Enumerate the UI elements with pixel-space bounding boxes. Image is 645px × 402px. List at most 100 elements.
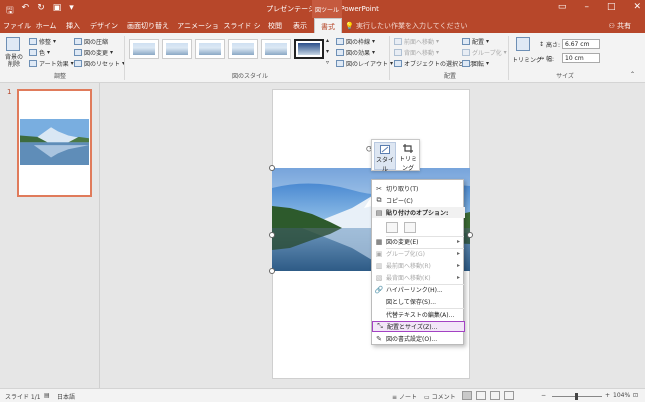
- scroll-down-icon[interactable]: ▾: [326, 48, 329, 55]
- palette-icon: [29, 49, 37, 56]
- menu-item-bring-to-front[interactable]: ▥ 最前面へ移動(R) ▸: [372, 260, 465, 271]
- picture-style-2[interactable]: [162, 39, 192, 59]
- scroll-up-icon[interactable]: ▴: [326, 37, 329, 44]
- more-styles-icon[interactable]: ▿: [326, 59, 329, 66]
- width-icon: ↔: [539, 55, 545, 62]
- resize-handle-e[interactable]: [467, 232, 473, 238]
- submenu-arrow-icon: ▸: [456, 238, 460, 245]
- tab-transitions[interactable]: 画面切り替え: [123, 18, 173, 33]
- align-icon: [462, 38, 470, 45]
- menu-item-change-picture[interactable]: ▦ 図の変更(E) ▸: [372, 236, 465, 247]
- picture-layout-button[interactable]: 図のレイアウト ▾: [336, 59, 393, 68]
- tab-view[interactable]: 表示: [288, 18, 312, 33]
- maximize-icon[interactable]: □: [607, 2, 616, 12]
- zoom-level[interactable]: 104%: [613, 392, 630, 399]
- picture-effects-button[interactable]: 図の効果 ▾: [336, 48, 375, 57]
- share-button[interactable]: ⚇ 共有: [608, 21, 631, 31]
- change-picture-button[interactable]: 図の変更 ▾: [74, 48, 113, 57]
- slide-sorter-view-icon[interactable]: [476, 391, 486, 400]
- rotate-button[interactable]: 回転 ▾: [462, 59, 489, 68]
- spellcheck-icon[interactable]: ▤: [44, 392, 50, 399]
- slide-thumbnail[interactable]: [17, 89, 92, 197]
- bring-to-front-icon: ▥: [375, 261, 383, 270]
- resize-handle-nw[interactable]: [269, 165, 275, 171]
- align-button[interactable]: 配置 ▾: [462, 37, 489, 46]
- paste-picture-icon[interactable]: [404, 222, 416, 233]
- send-backward-button[interactable]: 背面へ移動 ▾: [394, 48, 439, 57]
- reset-picture-button[interactable]: 図のリセット▾: [74, 59, 125, 68]
- picture-border-button[interactable]: 図の枠線 ▾: [336, 37, 375, 46]
- picture-tools-label: 図ツール: [312, 0, 342, 18]
- submenu-arrow-icon: ▸: [456, 274, 460, 281]
- menu-item-group[interactable]: ▣ グループ化(G) ▸: [372, 248, 465, 259]
- minimize-icon[interactable]: –: [584, 2, 589, 12]
- paste-keep-formatting-icon[interactable]: [386, 222, 398, 233]
- tell-me-box[interactable]: 💡 実行したい作業を入力してください: [345, 21, 468, 31]
- menu-item-cut[interactable]: ✂ 切り取り(T): [372, 183, 465, 194]
- close-icon[interactable]: ✕: [633, 2, 641, 12]
- ribbon: 背景の削除 修整▾ 色▾ アート効果▾ 図の圧縮 図の変更▾ 図のリセット▾ 調…: [0, 33, 645, 83]
- gallery-scroll[interactable]: ▴ ▾ ▿: [326, 37, 329, 66]
- tab-insert[interactable]: 挿入: [61, 18, 85, 33]
- picture-style-5[interactable]: [261, 39, 291, 59]
- tab-file[interactable]: ファイル: [2, 18, 32, 33]
- fit-to-window-icon[interactable]: ⊡: [633, 392, 638, 399]
- picture-style-6[interactable]: [294, 39, 324, 59]
- group-button[interactable]: グループ化 ▾: [462, 48, 507, 57]
- height-field[interactable]: 6.67 cm: [562, 39, 600, 49]
- group-separator: [124, 36, 125, 80]
- picture-style-3[interactable]: [195, 39, 225, 59]
- pen-icon: [336, 38, 344, 45]
- slides-panel: 1: [0, 83, 100, 388]
- group-label-arrange: 配置: [443, 73, 456, 80]
- tab-format[interactable]: 書式: [314, 18, 342, 33]
- zoom-in-icon[interactable]: +: [605, 392, 610, 399]
- reading-view-icon[interactable]: [490, 391, 500, 400]
- menu-item-size-and-position[interactable]: ⤡ 配置とサイズ(Z)...: [372, 321, 465, 332]
- menu-item-hyperlink[interactable]: 🔗 ハイパーリンク(H)...: [372, 284, 465, 295]
- menu-item-edit-alt-text[interactable]: 代替テキストの編集(A)...: [372, 309, 465, 320]
- mini-crop-button[interactable]: トリミング: [397, 142, 419, 172]
- comments-button[interactable]: ▭ コメント: [424, 392, 456, 401]
- menu-item-save-as-picture[interactable]: 図として保存(S)...: [372, 296, 465, 307]
- picture-style-4[interactable]: [228, 39, 258, 59]
- artistic-icon: [29, 60, 37, 67]
- artistic-effects-button[interactable]: アート効果 ▾: [29, 59, 74, 68]
- ribbon-display-icon[interactable]: ▭: [558, 2, 567, 12]
- bring-forward-button[interactable]: 前面へ移動 ▾: [394, 37, 439, 46]
- menu-item-format-picture[interactable]: ✎ 図の書式設定(O)...: [372, 333, 465, 344]
- normal-view-icon[interactable]: [462, 391, 472, 400]
- picture-style-1[interactable]: [129, 39, 159, 59]
- group-label-adjust: 調整: [53, 73, 66, 80]
- crop-icon[interactable]: [516, 37, 530, 51]
- lightbulb-icon: 💡: [345, 22, 354, 30]
- color-button[interactable]: 色 ▾: [29, 48, 50, 57]
- width-field[interactable]: 10 cm: [562, 53, 600, 63]
- width-label: ↔ 幅:: [539, 55, 555, 63]
- corrections-button[interactable]: 修整 ▾: [29, 37, 56, 46]
- menu-item-copy[interactable]: ⧉ コピー(C): [372, 195, 465, 206]
- tab-slideshow[interactable]: スライド ショー: [222, 18, 262, 40]
- resize-handle-sw[interactable]: [269, 268, 275, 274]
- notes-button[interactable]: ≡ ノート: [392, 392, 417, 401]
- language-indicator[interactable]: 日本語: [57, 392, 75, 401]
- title-bar: 🖫 ↶ ↻ ▣ ▾ プレゼンテーション1 - PowerPoint 図ツール ▭…: [0, 0, 645, 18]
- mini-style-button[interactable]: スタイル: [374, 142, 396, 173]
- remove-background-icon[interactable]: [6, 37, 20, 51]
- remove-background-button[interactable]: 背景の削除: [3, 54, 25, 68]
- tab-home[interactable]: ホーム: [32, 18, 60, 33]
- paste-options: [386, 222, 416, 233]
- tab-animations[interactable]: アニメーション: [174, 18, 222, 40]
- tab-review[interactable]: 校閲: [264, 18, 286, 33]
- collapse-ribbon-icon[interactable]: ⌃: [630, 71, 635, 78]
- zoom-slider-thumb[interactable]: [575, 393, 578, 400]
- height-icon: ↕: [539, 41, 545, 48]
- resize-handle-w[interactable]: [269, 232, 275, 238]
- compress-pictures-button[interactable]: 図の圧縮: [74, 37, 108, 46]
- menu-item-send-to-back[interactable]: ▧ 最背面へ移動(K) ▸: [372, 272, 465, 283]
- tab-design[interactable]: デザイン: [87, 18, 121, 33]
- zoom-out-icon[interactable]: −: [541, 392, 546, 399]
- slideshow-view-icon[interactable]: [504, 391, 514, 400]
- group-separator: [508, 36, 509, 80]
- crop-button[interactable]: トリミング: [512, 55, 542, 64]
